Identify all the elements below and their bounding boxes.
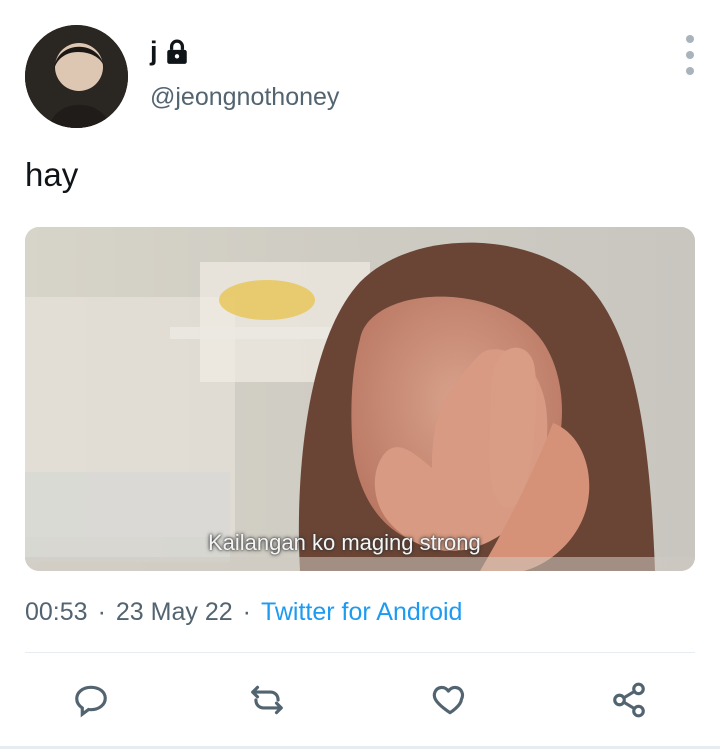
share-button[interactable] [607,678,651,722]
avatar-image [25,25,128,128]
tweet-actions [0,678,720,722]
display-name-row[interactable]: j [150,36,190,67]
display-name[interactable]: j [150,36,158,67]
share-icon [613,682,645,718]
avatar[interactable] [25,25,128,128]
tweet-meta: 00:53 · 23 May 22 · Twitter for Android [25,598,462,627]
more-dot-icon [686,35,694,43]
reply-icon [75,685,107,718]
tweet-time[interactable]: 00:53 [25,598,88,627]
user-handle[interactable]: @jeongnothoney [150,83,339,112]
meta-separator: · [242,598,251,626]
actions-divider [25,652,695,653]
media-photo [25,227,695,571]
tweet-date[interactable]: 23 May 22 [116,598,233,627]
more-dot-icon [686,51,694,59]
like-button[interactable] [428,678,472,722]
tweet-media[interactable]: Kailangan ko maging strong [25,227,695,571]
meta-separator: · [97,598,106,626]
tweet-text: hay [25,156,79,193]
heart-icon [432,685,465,715]
more-options-button[interactable] [676,35,704,75]
media-caption: Kailangan ko maging strong [208,530,481,555]
retweet-icon [251,685,283,715]
reply-button[interactable] [69,678,113,722]
more-dot-icon [686,67,694,75]
retweet-button[interactable] [245,678,289,722]
lock-icon [166,39,187,64]
tweet-source[interactable]: Twitter for Android [261,598,462,627]
